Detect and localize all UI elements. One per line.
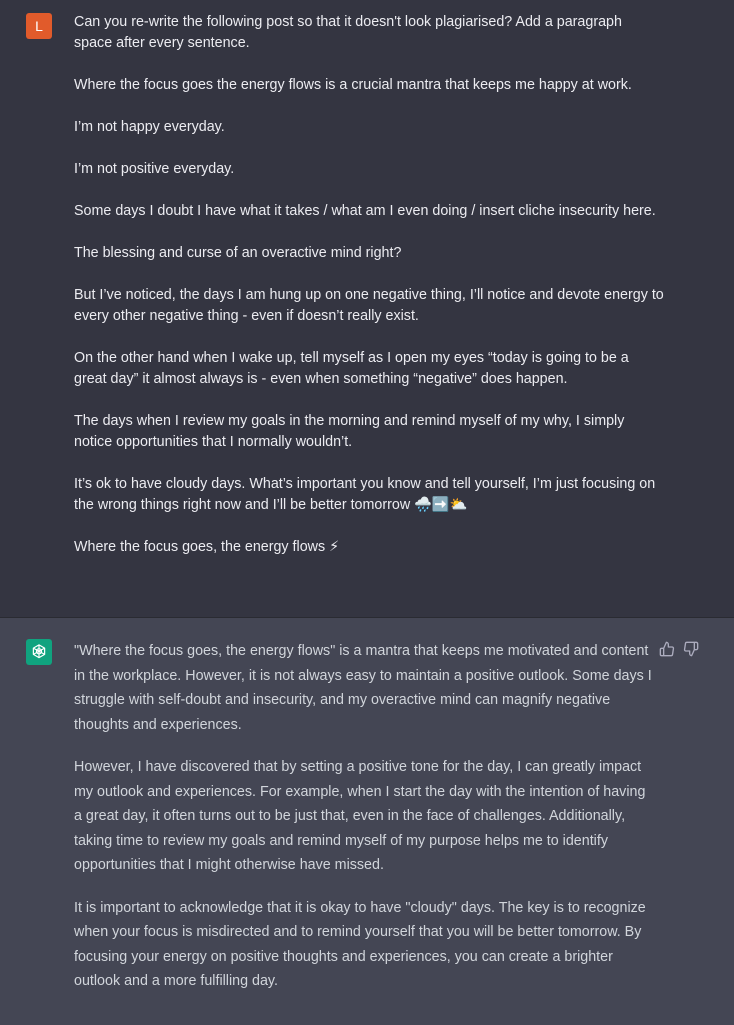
user-paragraph: The days when I review my goals in the m… bbox=[74, 413, 625, 450]
thumbs-up-icon[interactable] bbox=[659, 641, 675, 657]
assistant-avatar bbox=[26, 639, 52, 665]
openai-logo-icon bbox=[32, 644, 46, 659]
user-paragraph: The blessing and curse of an overactive … bbox=[74, 245, 402, 261]
user-paragraph: Where the focus goes the energy flows is… bbox=[74, 77, 632, 93]
thumbs-down-icon[interactable] bbox=[683, 641, 699, 657]
user-message-text: Can you re-write the following post so t… bbox=[74, 12, 664, 579]
assistant-paragraph: "Where the focus goes, the energy flows"… bbox=[74, 643, 652, 733]
assistant-message-text: "Where the focus goes, the energy flows"… bbox=[74, 639, 654, 1012]
user-message: L Can you re-write the following post so… bbox=[0, 0, 734, 617]
user-paragraph: It’s ok to have cloudy days. What’s impo… bbox=[74, 476, 656, 513]
assistant-paragraph: It is important to acknowledge that it i… bbox=[74, 899, 646, 990]
user-paragraph: Where the focus goes, the energy flows ⚡ bbox=[74, 539, 340, 555]
user-paragraph: Some days I doubt I have what it takes /… bbox=[74, 203, 656, 219]
user-paragraph: I’m not happy everyday. bbox=[74, 119, 225, 135]
user-paragraph: I’m not positive everyday. bbox=[74, 161, 235, 177]
user-paragraph: On the other hand when I wake up, tell m… bbox=[74, 350, 629, 387]
user-paragraph: But I’ve noticed, the days I am hung up … bbox=[74, 287, 664, 324]
assistant-paragraph: However, I have discovered that by setti… bbox=[74, 759, 646, 873]
user-avatar: L bbox=[26, 13, 52, 39]
user-paragraph: Can you re-write the following post so t… bbox=[74, 14, 622, 51]
assistant-message: "Where the focus goes, the energy flows"… bbox=[0, 617, 734, 1025]
feedback-buttons bbox=[659, 641, 699, 657]
